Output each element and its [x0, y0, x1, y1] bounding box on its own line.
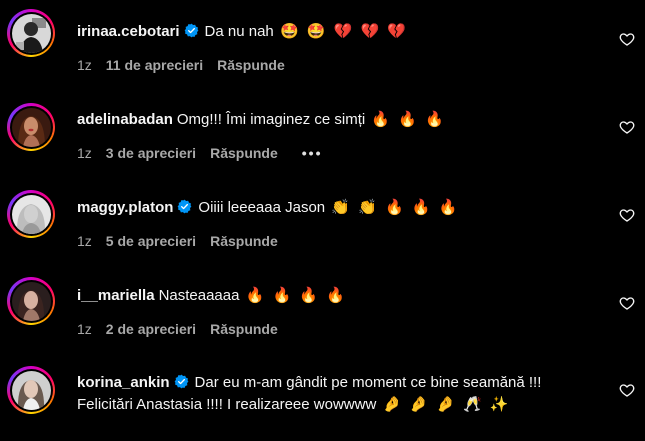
heart-outline-icon[interactable] [619, 295, 635, 311]
comment-body: irinaa.cebotari Da nu nah 🤩 🤩 💔 💔 💔 [77, 20, 595, 43]
comment-body: korina_ankin Dar eu m-am gândit pe moment… [77, 372, 595, 416]
reply-button[interactable]: Răspunde [210, 321, 278, 337]
comment-username[interactable]: i__mariella [77, 287, 155, 304]
comment-body: i__mariella Nasteaaaaa 🔥 🔥 🔥 🔥 [77, 284, 595, 307]
comment-text: Da nu nah [204, 23, 274, 40]
more-options-button[interactable]: ••• [302, 145, 323, 161]
comment-time[interactable]: 1z [77, 145, 92, 161]
comment-meta: 1z 5 de aprecieri Răspunde [77, 232, 292, 250]
avatar[interactable] [7, 190, 55, 238]
comment-username[interactable]: maggy.platon [77, 199, 173, 216]
reply-button[interactable]: Răspunde [210, 145, 278, 161]
comment-emojis: 🔥 🔥 🔥 🔥 [245, 287, 347, 304]
avatar[interactable] [7, 9, 55, 57]
reply-button[interactable]: Răspunde [210, 233, 278, 249]
comment-body: adelinabadan Omg!!! Îmi imaginez ce simți… [77, 108, 595, 131]
comment-text: Oiiii leeeaaa Jason [198, 199, 326, 216]
comment-emojis: 👏 👏 🔥 🔥 🔥 [331, 199, 460, 216]
comment-time[interactable]: 1z [77, 57, 92, 73]
comment-text: Omg!!! Îmi imaginez ce simți [176, 111, 366, 128]
comment-username[interactable]: korina_ankin [77, 374, 170, 391]
heart-outline-icon[interactable] [619, 119, 635, 135]
avatar[interactable] [7, 366, 55, 414]
verified-badge-icon [178, 199, 192, 214]
heart-outline-icon[interactable] [619, 207, 635, 223]
heart-outline-icon[interactable] [619, 31, 635, 47]
comment-likes[interactable]: 3 de aprecieri [106, 145, 196, 161]
comment-meta: 1z 11 de aprecieri Răspunde [77, 56, 299, 74]
comment-username[interactable]: adelinabadan [77, 111, 173, 128]
comment-meta: 1z 2 de aprecieri Răspunde [77, 320, 292, 338]
heart-outline-icon[interactable] [619, 382, 635, 398]
comment-meta: 1z 3 de aprecieri Răspunde ••• [77, 144, 336, 162]
comment-likes[interactable]: 2 de aprecieri [106, 321, 196, 337]
comment-emojis: 🔥 🔥 🔥 [371, 111, 446, 128]
comment-likes[interactable]: 11 de aprecieri [106, 57, 203, 73]
avatar[interactable] [7, 103, 55, 151]
comment-username[interactable]: irinaa.cebotari [77, 23, 180, 40]
reply-button[interactable]: Răspunde [217, 57, 285, 73]
comment-likes[interactable]: 5 de aprecieri [106, 233, 196, 249]
comment-time[interactable]: 1z [77, 321, 92, 337]
comment-time[interactable]: 1z [77, 233, 92, 249]
comments-list: irinaa.cebotari Da nu nah 🤩 🤩 💔 💔 💔 1z 11 … [0, 0, 645, 441]
comment-emojis: 🤩 🤩 💔 💔 💔 [279, 23, 409, 40]
verified-badge-icon [184, 23, 198, 38]
comment-body: maggy.platon Oiiii leeeaaa Jason 👏 👏 🔥 🔥 … [77, 196, 595, 219]
comment-text: Nasteaaaaa [158, 287, 240, 304]
avatar[interactable] [7, 277, 55, 325]
comment-emojis: 🤌 🤌 🤌 🥂 ✨ [382, 396, 511, 413]
verified-badge-icon [174, 374, 188, 389]
